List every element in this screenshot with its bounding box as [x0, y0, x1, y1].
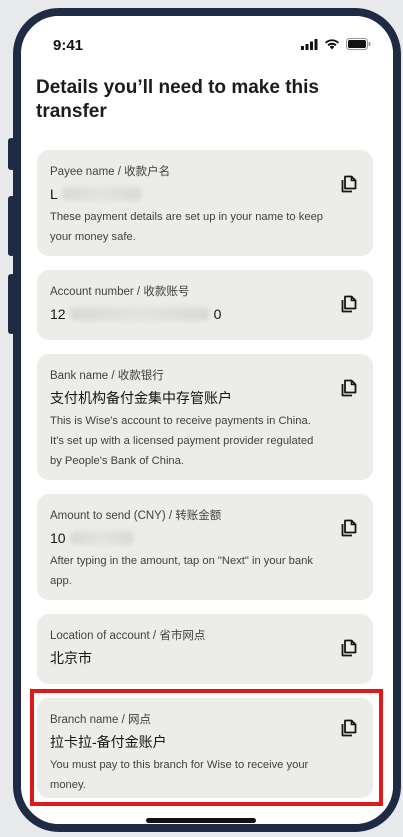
card-label: Payee name / 收款户名 [50, 166, 171, 178]
copy-icon[interactable] [339, 294, 359, 314]
bank-name-value: 支付机构备付金集中存管账户 [50, 390, 232, 406]
signal-icon [301, 38, 318, 50]
redacted-blur [69, 531, 134, 545]
account-number-value: 12 0 [50, 305, 323, 323]
amount-text: 10 [50, 530, 66, 546]
card-label: Account number / 收款账号 [50, 286, 190, 298]
card-description: This is Wise's account to receive paymen… [50, 415, 314, 467]
card-label: Amount to send (CNY) / 转账金额 [50, 510, 222, 522]
card-description: These payment details are set up in your… [50, 211, 324, 243]
branch-name-value: 拉卡拉-备付金账户 [50, 734, 167, 750]
amount-card: Amount to send (CNY) / 转账金额 10 After typ… [37, 494, 373, 600]
account-number-prefix: 12 [50, 306, 66, 322]
card-label: Bank name / 收款银行 [50, 370, 164, 382]
card-description: You must pay to this branch for Wise to … [50, 759, 309, 791]
location-card: Location of account / 省市网点 北京市 [37, 614, 373, 684]
payee-name-value: L [50, 185, 323, 203]
screen: 9:41 Details you’ll need to make this tr… [21, 16, 393, 824]
payee-name-text: L [50, 186, 58, 202]
home-indicator[interactable] [146, 818, 256, 823]
copy-icon[interactable] [339, 638, 359, 658]
bank-name-card: Bank name / 收款银行 支付机构备付金集中存管账户 This is W… [37, 354, 373, 480]
copy-icon[interactable] [339, 174, 359, 194]
payee-name-card: Payee name / 收款户名 L These payment detail… [37, 150, 373, 256]
redacted-blur [69, 307, 210, 321]
status-time: 9:41 [53, 37, 84, 54]
battery-icon [346, 38, 371, 50]
amount-value: 10 [50, 529, 323, 547]
status-icons [301, 38, 371, 50]
branch-name-card: Branch name / 网点 拉卡拉-备付金账户 You must pay … [37, 698, 373, 798]
card-label: Branch name / 网点 [50, 714, 151, 726]
account-number-suffix: 0 [213, 306, 222, 322]
card-label: Location of account / 省市网点 [50, 630, 206, 642]
copy-icon[interactable] [339, 378, 359, 398]
account-number-card: Account number / 收款账号 12 0 [37, 270, 373, 340]
page-title: Details you’ll need to make this transfe… [36, 77, 319, 122]
status-bar: 9:41 [21, 16, 393, 76]
copy-icon[interactable] [339, 518, 359, 538]
mute-switch [8, 138, 15, 170]
location-value: 北京市 [50, 650, 92, 666]
wifi-icon [325, 39, 339, 50]
card-description: After typing in the amount, tap on "Next… [50, 555, 313, 587]
redacted-blur [61, 187, 142, 201]
volume-down-button [8, 274, 15, 334]
copy-icon[interactable] [339, 718, 359, 738]
volume-up-button [8, 196, 15, 256]
